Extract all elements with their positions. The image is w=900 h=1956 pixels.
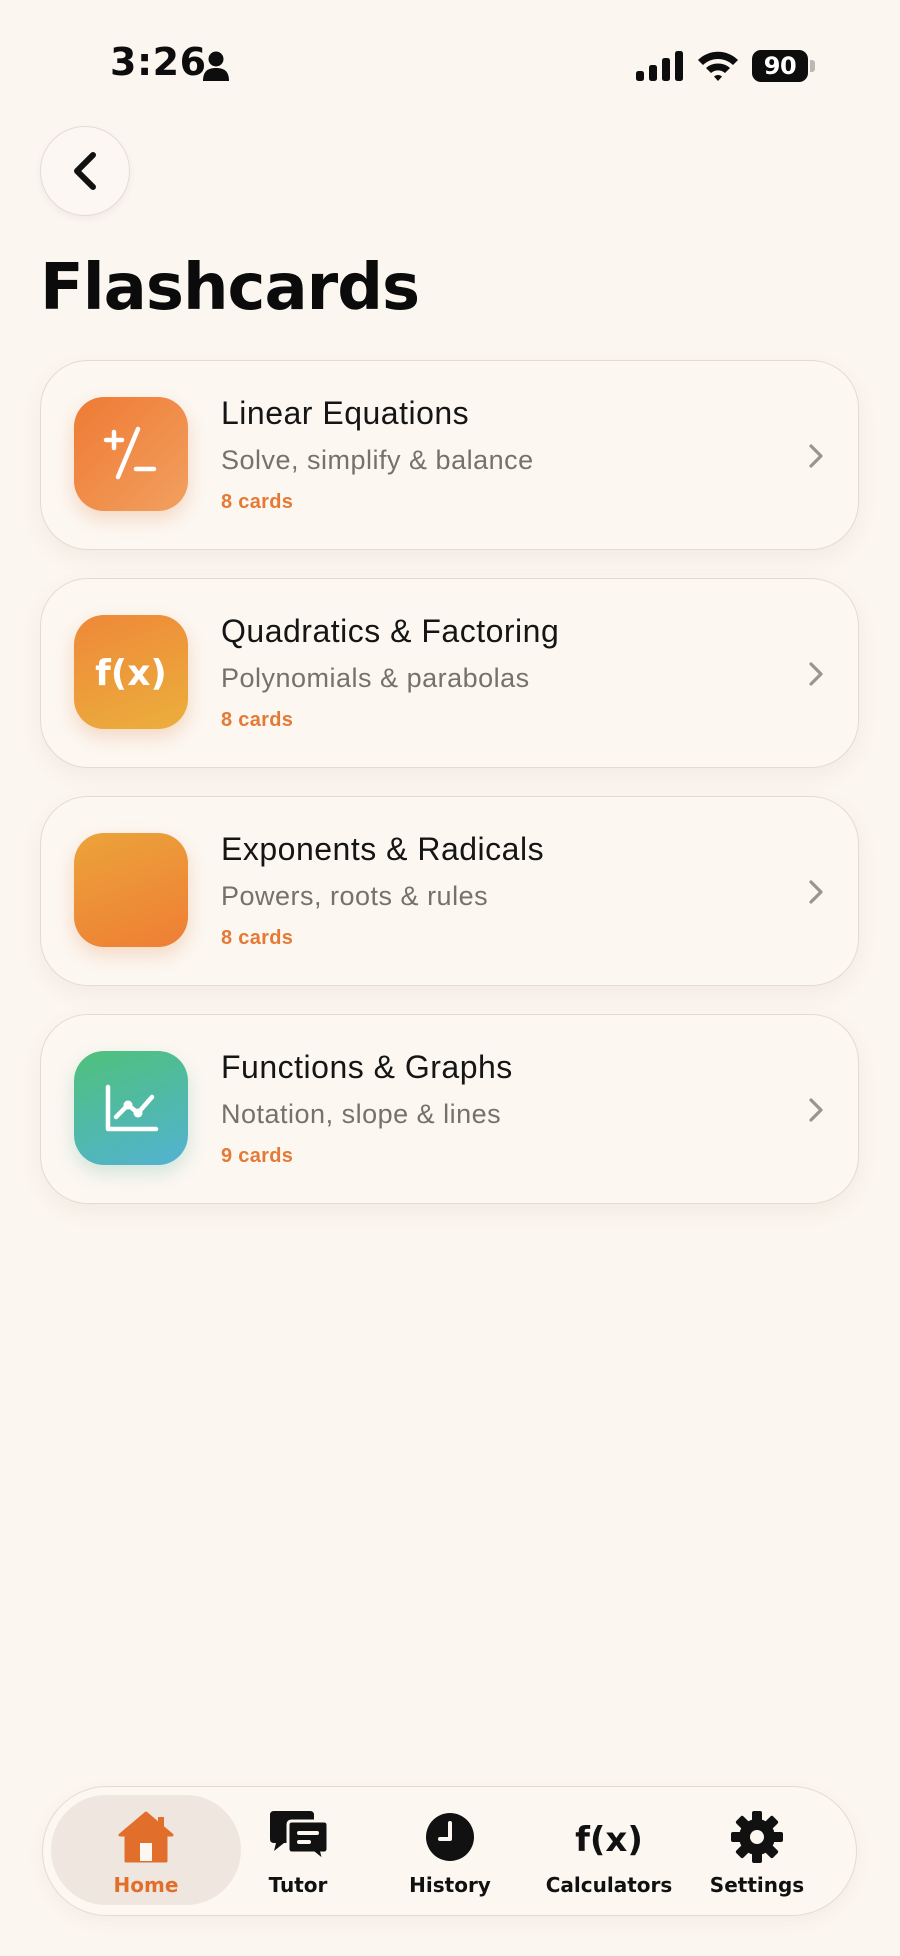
- deck-card-quadratics[interactable]: f(x) Quadratics & Factoring Polynomials …: [40, 578, 859, 768]
- deck-card-exponents[interactable]: Exponents & Radicals Powers, roots & rul…: [40, 796, 859, 986]
- deck-subtitle: Polynomials & parabolas: [221, 663, 530, 693]
- deck-card-linear-equations[interactable]: Linear Equations Solve, simplify & balan…: [40, 360, 859, 550]
- tab-history[interactable]: History: [395, 1795, 505, 1907]
- tab-label: Calculators: [545, 1873, 673, 1897]
- plus-minus-icon: [103, 426, 157, 480]
- deck-icon-tile: [74, 833, 188, 947]
- cellular-signal-icon: [636, 51, 683, 81]
- deck-card-functions-graphs[interactable]: Functions & Graphs Notation, slope & lin…: [40, 1014, 859, 1204]
- status-time: 3:26: [110, 40, 207, 84]
- deck-title: Functions & Graphs: [221, 1049, 513, 1085]
- deck-card-count: 9 cards: [221, 1145, 294, 1167]
- deck-title: Quadratics & Factoring: [221, 613, 560, 649]
- tab-home[interactable]: Home: [91, 1795, 201, 1907]
- deck-subtitle: Notation, slope & lines: [221, 1099, 502, 1129]
- deck-subtitle: Powers, roots & rules: [221, 881, 489, 911]
- battery-cap: [810, 60, 815, 72]
- deck-icon-tile: f(x): [74, 615, 188, 729]
- tab-label: Home: [113, 1873, 179, 1897]
- function-icon: f(x): [575, 1820, 643, 1860]
- chevron-right-icon: [809, 662, 823, 686]
- bottom-tab-bar: Home Tutor History f(x) Calculators Sett…: [42, 1786, 857, 1916]
- gear-icon: [731, 1811, 783, 1863]
- tab-settings[interactable]: Settings: [695, 1795, 819, 1907]
- battery-indicator: 90: [752, 50, 815, 82]
- chevron-right-icon: [809, 1098, 823, 1122]
- battery-level: 90: [752, 50, 808, 82]
- tab-label: Settings: [709, 1873, 805, 1897]
- wifi-icon: [698, 51, 738, 81]
- function-icon-label: f(x): [95, 653, 167, 694]
- tab-label: History: [409, 1873, 491, 1897]
- deck-title: Exponents & Radicals: [221, 831, 545, 867]
- clock-icon: [426, 1813, 474, 1861]
- home-icon: [118, 1811, 174, 1863]
- exponent-icon: [74, 833, 188, 947]
- function-icon-label: f(x): [575, 1820, 643, 1860]
- page-title: Flashcards: [40, 251, 420, 325]
- tab-label: Tutor: [268, 1873, 328, 1897]
- line-chart-icon: [105, 1084, 159, 1132]
- deck-card-count: 8 cards: [221, 709, 294, 731]
- tab-calculators[interactable]: f(x) Calculators: [531, 1795, 687, 1907]
- deck-title: Linear Equations: [221, 395, 470, 431]
- back-button[interactable]: [40, 126, 130, 216]
- function-icon: f(x): [95, 653, 167, 694]
- chevron-right-icon: [809, 880, 823, 904]
- chevron-right-icon: [809, 444, 823, 468]
- deck-subtitle: Solve, simplify & balance: [221, 445, 534, 475]
- chat-bubbles-icon: [270, 1811, 330, 1865]
- deck-icon-tile: [74, 1051, 188, 1165]
- deck-icon-tile: [74, 397, 188, 511]
- tab-tutor[interactable]: Tutor: [243, 1795, 353, 1907]
- person-icon: [203, 51, 229, 81]
- chevron-left-icon: [74, 152, 96, 190]
- status-bar: 3:26 90: [0, 0, 900, 130]
- deck-card-count: 8 cards: [221, 927, 294, 949]
- deck-card-count: 8 cards: [221, 491, 294, 513]
